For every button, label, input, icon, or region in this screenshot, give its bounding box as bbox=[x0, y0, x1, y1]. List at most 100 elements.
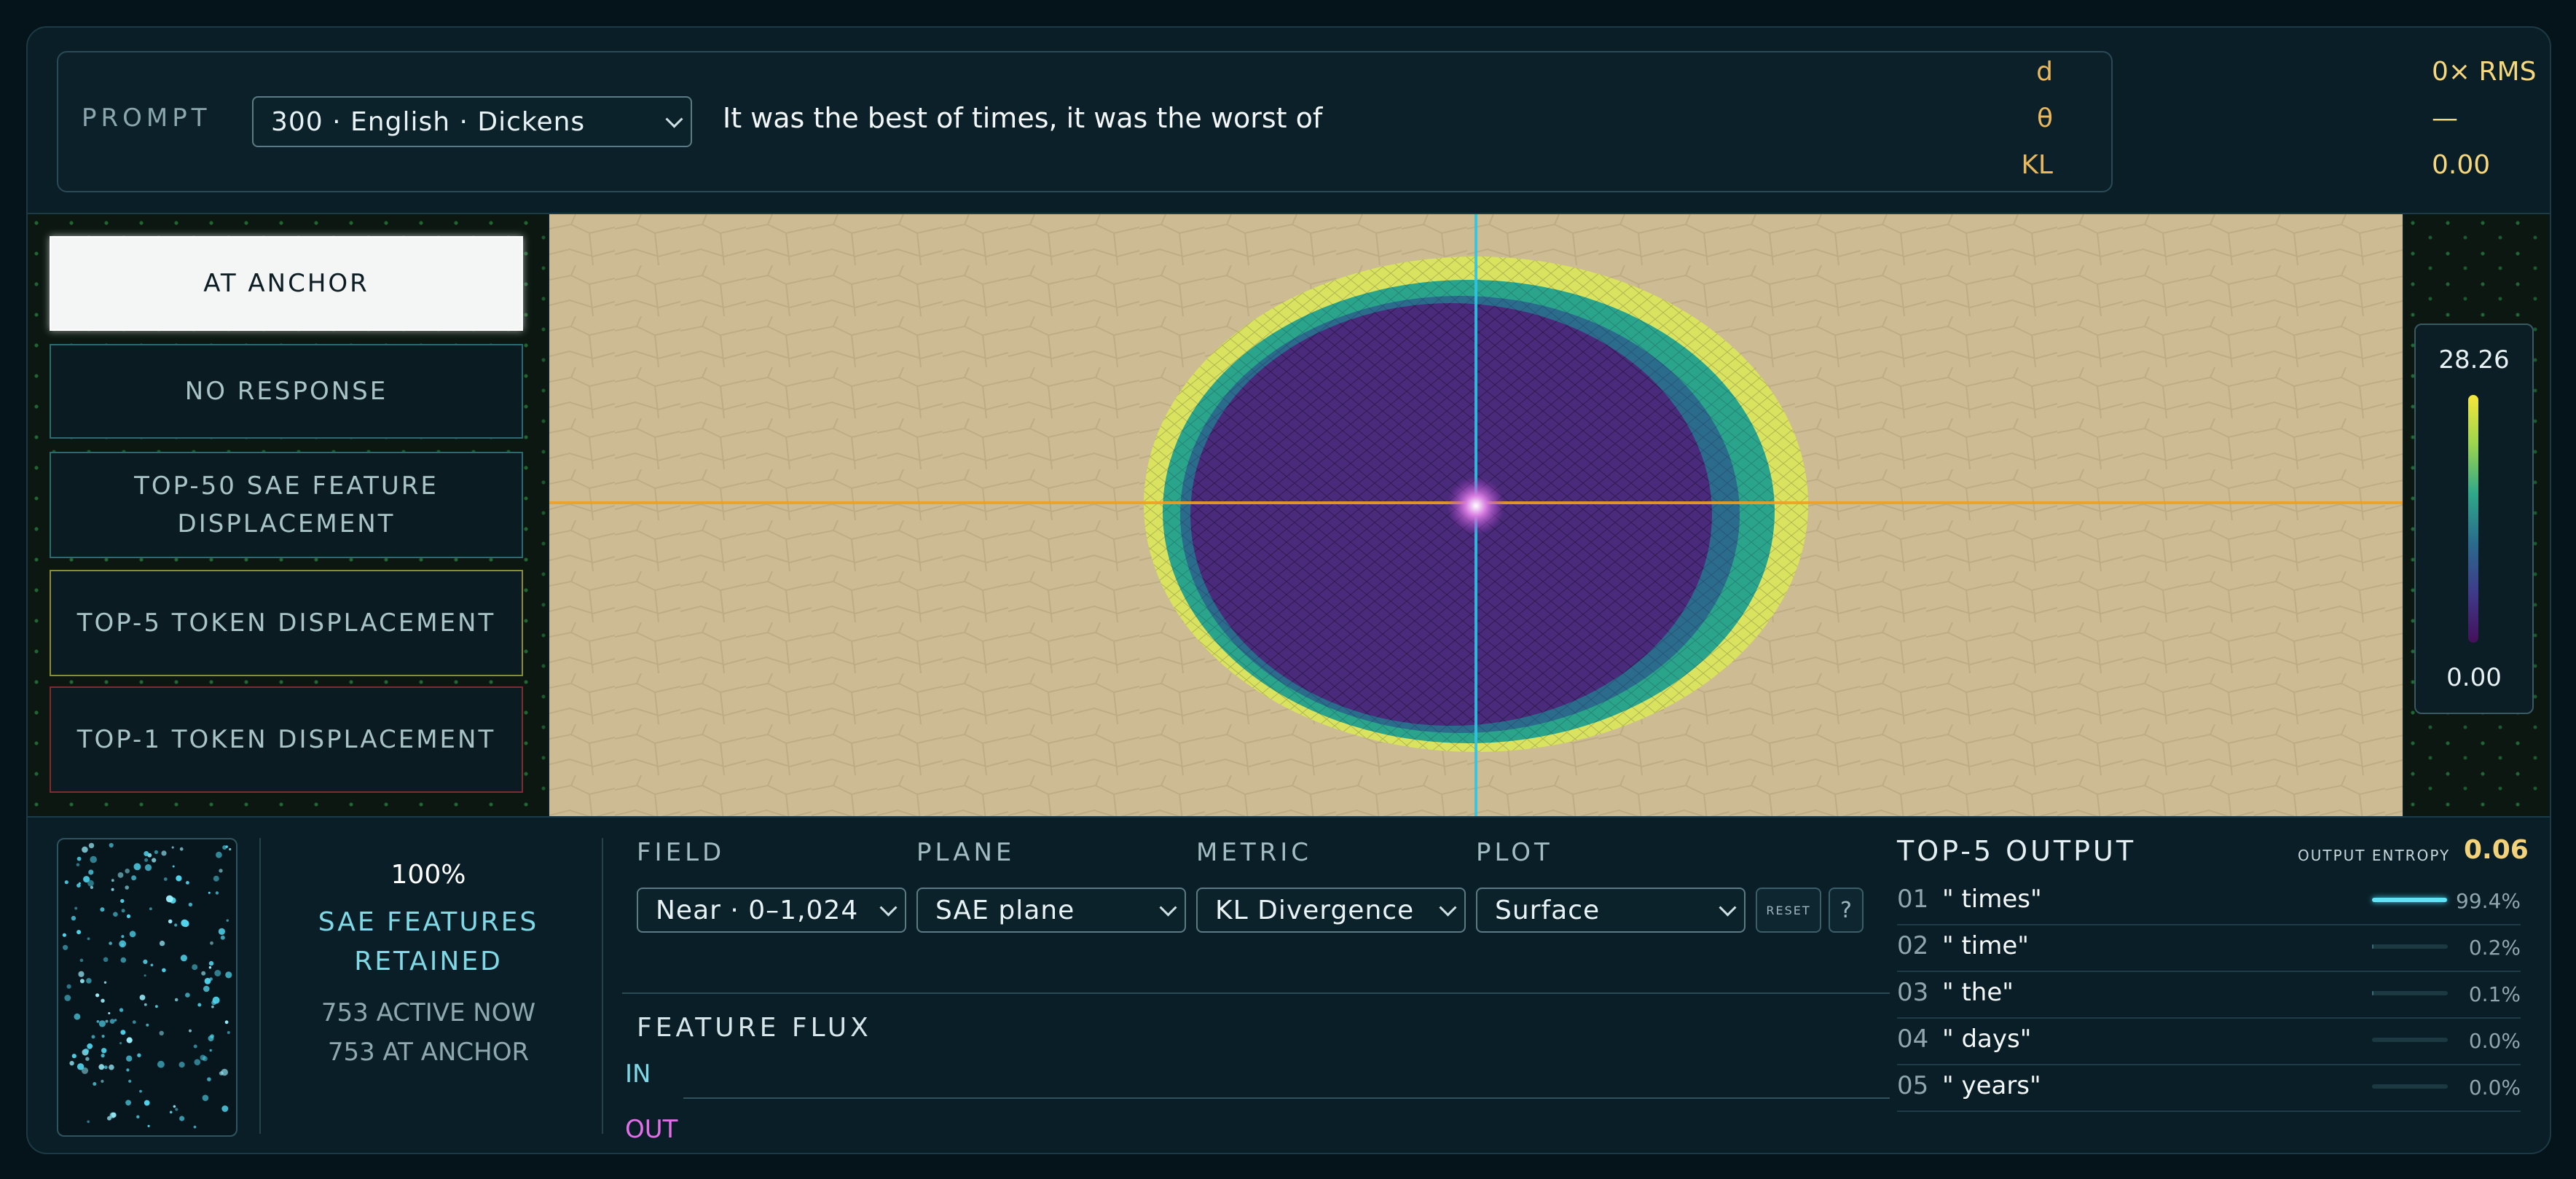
surface-plot[interactable] bbox=[549, 214, 2403, 816]
top5-title: TOP-5 OUTPUT bbox=[1897, 835, 2137, 867]
prob-bar-fill bbox=[2372, 898, 2448, 902]
feature-dot bbox=[108, 1012, 111, 1014]
row-percent: 0.2% bbox=[2468, 936, 2521, 960]
anchor-marker bbox=[1447, 477, 1505, 535]
feature-dot bbox=[168, 919, 173, 924]
feature-dot bbox=[144, 1100, 150, 1106]
feature-dot bbox=[103, 1065, 108, 1070]
flux-in-label: IN bbox=[625, 1059, 651, 1089]
feature-dot bbox=[64, 880, 68, 885]
feature-dot bbox=[98, 1020, 106, 1027]
feature-dot bbox=[125, 1100, 131, 1106]
feature-dot bbox=[229, 847, 232, 851]
prob-bar-track bbox=[2372, 1038, 2448, 1042]
feature-dot bbox=[203, 985, 210, 992]
colorscale-max: 28.26 bbox=[2438, 345, 2510, 375]
feature-dot bbox=[93, 1082, 97, 1086]
feature-dot bbox=[78, 882, 81, 885]
feature-dot bbox=[144, 974, 146, 977]
mode-top5-token-button[interactable]: TOP-5 TOKEN DISPLACEMENT bbox=[50, 570, 523, 676]
metric-select[interactable]: KL Divergence bbox=[1196, 888, 1466, 933]
feature-dot bbox=[220, 935, 225, 940]
help-button[interactable]: ? bbox=[1829, 888, 1864, 933]
feature-dot bbox=[87, 1043, 93, 1049]
app-window: PROMPT 300 · English · Dickens It was th… bbox=[26, 26, 2551, 1154]
stat-value: — bbox=[2432, 103, 2458, 133]
prob-bar-fill bbox=[2372, 944, 2374, 949]
feature-dot bbox=[63, 944, 68, 950]
feature-dot bbox=[79, 958, 84, 963]
prob-bar-fill bbox=[2372, 991, 2374, 995]
feature-dot bbox=[163, 877, 168, 881]
plot-select[interactable]: Surface bbox=[1476, 888, 1746, 933]
prompt-label: PROMPT bbox=[82, 103, 211, 133]
mode-no-response-button[interactable]: NO RESPONSE bbox=[50, 344, 523, 439]
feature-dot bbox=[85, 1057, 90, 1061]
bottom-panel: 100% SAE FEATURES RETAINED 753 ACTIVE NO… bbox=[28, 816, 2550, 1153]
feature-dot bbox=[214, 970, 221, 976]
feature-dot bbox=[126, 1055, 133, 1062]
feature-dot bbox=[109, 1064, 114, 1070]
feature-dot bbox=[119, 940, 127, 948]
prompt-select[interactable]: 300 · English · Dickens bbox=[252, 96, 692, 147]
chevron-down-icon bbox=[879, 898, 898, 917]
mode-top1-token-button[interactable]: TOP-1 TOKEN DISPLACEMENT bbox=[50, 686, 523, 793]
active-now-count: 753 ACTIVE NOW bbox=[321, 998, 536, 1027]
flux-out-label: OUT bbox=[625, 1115, 678, 1144]
feature-dot bbox=[154, 850, 158, 854]
feature-dot bbox=[131, 875, 137, 881]
feature-dot bbox=[111, 888, 114, 891]
feature-dot bbox=[147, 1124, 150, 1127]
feature-dot bbox=[210, 941, 213, 945]
row-percent: 0.0% bbox=[2468, 1029, 2521, 1053]
feature-dot bbox=[213, 875, 219, 882]
feature-dot bbox=[159, 940, 165, 947]
prompt-select-value: 300 · English · Dickens bbox=[271, 106, 586, 137]
feature-dot bbox=[207, 1077, 211, 1081]
stat-value: 0.00 bbox=[2432, 150, 2491, 180]
feature-dot bbox=[101, 998, 105, 1003]
row-rank: 04 bbox=[1897, 1025, 1929, 1054]
retention-label-2: RETAINED bbox=[354, 947, 503, 976]
feature-dot bbox=[172, 865, 175, 868]
feature-dot bbox=[144, 858, 149, 862]
field-label: FIELD bbox=[637, 838, 726, 867]
feature-dot bbox=[161, 850, 167, 856]
feature-dot bbox=[202, 1094, 209, 1101]
plane-label: PLANE bbox=[916, 838, 1016, 867]
feature-dot bbox=[215, 891, 219, 895]
feature-dot bbox=[111, 879, 114, 882]
feature-flux-title: FEATURE FLUX bbox=[637, 1013, 872, 1043]
plane-select[interactable]: SAE plane bbox=[916, 888, 1186, 933]
reset-button[interactable]: RESET bbox=[1756, 888, 1821, 933]
feature-dot bbox=[222, 845, 227, 850]
mode-at-anchor-button[interactable]: AT ANCHOR bbox=[50, 236, 523, 331]
feature-dot bbox=[103, 981, 107, 984]
feature-dot bbox=[194, 1059, 201, 1065]
feature-dot bbox=[227, 1031, 230, 1034]
field-select[interactable]: Near · 0–1,024 bbox=[637, 888, 906, 933]
stat-key: θ bbox=[2036, 103, 2053, 133]
entropy-value: 0.06 bbox=[2464, 835, 2529, 865]
stat-key: KL bbox=[2021, 150, 2053, 180]
row-token: " the" bbox=[1942, 978, 2014, 1007]
feature-dot bbox=[189, 1029, 192, 1033]
feature-dot bbox=[201, 971, 206, 976]
feature-dot bbox=[219, 869, 223, 873]
feature-dot bbox=[208, 891, 211, 894]
prob-bar-track bbox=[2372, 944, 2448, 949]
feature-dot bbox=[86, 978, 92, 984]
feature-dot bbox=[133, 863, 141, 871]
feature-dot bbox=[125, 885, 129, 890]
feature-dots-panel bbox=[57, 838, 237, 1137]
feature-dot bbox=[132, 1020, 136, 1025]
feature-dot bbox=[192, 964, 198, 971]
feature-dot bbox=[144, 851, 149, 856]
feature-dot bbox=[157, 1060, 165, 1068]
feature-dot bbox=[87, 880, 94, 887]
mode-top50-sae-button[interactable]: TOP-50 SAE FEATURE DISPLACEMENT bbox=[50, 452, 523, 558]
feature-dot bbox=[101, 1079, 104, 1083]
feature-dot bbox=[76, 1063, 85, 1070]
feature-dot bbox=[188, 902, 193, 907]
feature-dot bbox=[165, 895, 173, 903]
